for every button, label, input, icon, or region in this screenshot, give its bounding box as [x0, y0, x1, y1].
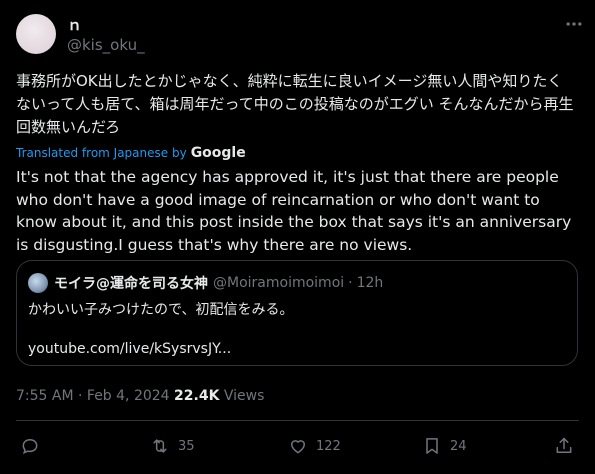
tweet-date[interactable]: Feb 4, 2024 — [87, 388, 170, 404]
translated-label: Translated from Japanese by — [16, 146, 187, 160]
like-button[interactable]: 122 — [288, 434, 341, 458]
quoted-tweet-link[interactable]: youtube.com/live/kSysrvsJY... — [28, 341, 231, 357]
quoted-author-handle: @Moiramoimoimoi — [213, 275, 345, 291]
bookmark-icon — [426, 438, 438, 454]
reply-button[interactable] — [20, 434, 40, 458]
retweet-button[interactable]: 35 — [150, 434, 195, 458]
share-button[interactable] — [554, 434, 574, 458]
quoted-tweet-header: モイラ@運命を司る女神 @Moiramoimoimoi · 12h — [28, 273, 383, 293]
author-display-name[interactable]: ｎ — [67, 14, 82, 35]
google-logo: Google — [190, 145, 246, 161]
author-handle[interactable]: @kis_oku_ — [67, 36, 145, 54]
bookmark-count: 24 — [450, 438, 467, 454]
bookmark-button[interactable]: 24 — [422, 434, 467, 458]
translation-attribution[interactable]: Translated from Japanese by Google — [16, 145, 246, 161]
quoted-tweet[interactable]: モイラ@運命を司る女神 @Moiramoimoimoi · 12h かわいい子み… — [16, 260, 578, 366]
views-label: Views — [223, 388, 265, 404]
retweet-count: 35 — [178, 438, 195, 454]
retweet-icon — [153, 439, 167, 453]
tweet-time[interactable]: 7:55 AM — [16, 388, 74, 404]
author-avatar[interactable] — [16, 14, 56, 54]
separator-dot: · — [78, 388, 83, 404]
tweet-metadata: 7:55 AM · Feb 4, 2024 22.4K Views — [16, 388, 264, 404]
tweet-original-text: 事務所がOK出したとかじゃなく、純粋に転生に良いイメージ無い人間や知りたくないっ… — [16, 72, 574, 136]
like-count: 122 — [316, 438, 341, 454]
divider — [16, 420, 579, 421]
heart-icon — [291, 440, 305, 454]
quoted-author-avatar — [28, 273, 48, 293]
quoted-tweet-text: かわいい子みつけたので、初配信をみる。 — [28, 302, 294, 318]
reply-icon — [22, 438, 38, 454]
separator-dot: · — [348, 275, 353, 291]
quoted-author-name: モイラ@運命を司る女神 — [54, 276, 208, 292]
tweet-translated-text: It's not that the agency has approved it… — [16, 168, 572, 254]
share-icon — [556, 437, 572, 453]
quoted-tweet-time: 12h — [356, 275, 384, 291]
more-options-icon[interactable] — [562, 14, 586, 36]
views-count: 22.4K — [174, 388, 220, 404]
